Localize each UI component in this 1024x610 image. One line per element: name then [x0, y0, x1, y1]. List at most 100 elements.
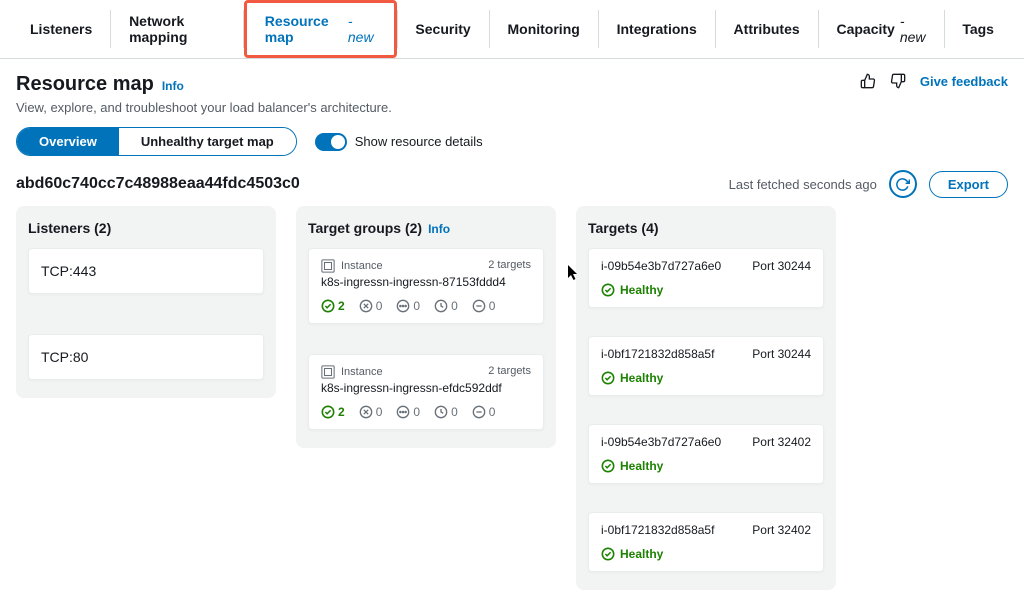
stat-healthy: 2 [338, 299, 345, 313]
listeners-column: Listeners (2) TCP:443 TCP:80 [16, 206, 276, 398]
resource-id: abd60c740cc7c48988eaa44fdc4503c0 [16, 175, 300, 193]
stat-value: 0 [489, 405, 496, 419]
meta-row: abd60c740cc7c48988eaa44fdc4503c0 Last fe… [0, 170, 1024, 206]
target-id: i-0bf1721832d858a5f [601, 523, 714, 537]
target-group-card[interactable]: Instance 2 targets k8s-ingressn-ingressn… [308, 248, 544, 324]
stat-value: 0 [376, 299, 383, 313]
check-circle-icon [321, 405, 335, 419]
tab-label: Network mapping [129, 13, 225, 45]
x-circle-icon [359, 405, 373, 419]
target-card[interactable]: i-0bf1721832d858a5f Port 30244 Healthy [588, 336, 824, 396]
listener-label: TCP:443 [41, 263, 96, 279]
target-groups-title: Target groups (2) [308, 220, 422, 236]
stat-value: 0 [451, 299, 458, 313]
controls-row: Overview Unhealthy target map Show resou… [0, 119, 1024, 170]
tab-attributes[interactable]: Attributes [716, 0, 818, 58]
target-card[interactable]: i-0bf1721832d858a5f Port 32402 Healthy [588, 512, 824, 572]
stat-value: 0 [489, 299, 496, 313]
tab-label: Resource map [265, 13, 343, 45]
info-link[interactable]: Info [162, 79, 184, 93]
target-group-card[interactable]: Instance 2 targets k8s-ingressn-ingressn… [308, 354, 544, 430]
listeners-title: Listeners (2) [28, 220, 264, 236]
seg-overview[interactable]: Overview [17, 128, 119, 155]
export-button[interactable]: Export [929, 171, 1008, 198]
target-card[interactable]: i-09b54e3b7d727a6e0 Port 32402 Healthy [588, 424, 824, 484]
clock-icon [434, 299, 448, 313]
targets-title: Targets (4) [588, 220, 824, 236]
tg-type: Instance [341, 260, 383, 272]
last-fetched-text: Last fetched seconds ago [729, 177, 877, 192]
tg-stats: 2 0 0 0 0 [321, 405, 531, 419]
toggle-wrap: Show resource details [315, 133, 483, 151]
page-header: Resource map Info View, explore, and tro… [0, 59, 1024, 119]
target-id: i-0bf1721832d858a5f [601, 347, 714, 361]
target-groups-column: Target groups (2) Info Instance 2 target… [296, 206, 556, 448]
target-port: Port 32402 [752, 435, 811, 449]
tg-name: k8s-ingressn-ingressn-87153fddd4 [321, 275, 531, 289]
refresh-button[interactable] [889, 170, 917, 198]
seg-unhealthy[interactable]: Unhealthy target map [119, 128, 296, 155]
target-port: Port 32402 [752, 523, 811, 537]
toggle-label: Show resource details [355, 134, 483, 149]
segmented-control: Overview Unhealthy target map [16, 127, 297, 156]
target-status-text: Healthy [620, 547, 663, 561]
target-status-text: Healthy [620, 371, 663, 385]
minus-circle-icon [472, 299, 486, 313]
listener-card[interactable]: TCP:80 [28, 334, 264, 380]
check-circle-icon [601, 283, 615, 297]
tg-stats: 2 0 0 0 0 [321, 299, 531, 313]
tab-monitoring[interactable]: Monitoring [489, 0, 597, 58]
show-details-toggle[interactable] [315, 133, 347, 151]
tab-security[interactable]: Security [397, 0, 488, 58]
tab-listeners[interactable]: Listeners [12, 0, 110, 58]
resource-map: Listeners (2) TCP:443 TCP:80 Target grou… [0, 206, 1024, 610]
tab-label: Tags [962, 21, 994, 37]
target-card[interactable]: i-09b54e3b7d727a6e0 Port 30244 Healthy [588, 248, 824, 308]
page-title: Resource map [16, 73, 154, 96]
tab-capacity[interactable]: Capacity - new [818, 0, 943, 58]
tab-label: Capacity [836, 21, 894, 37]
dots-circle-icon [396, 299, 410, 313]
target-port: Port 30244 [752, 347, 811, 361]
minus-circle-icon [472, 405, 486, 419]
check-circle-icon [321, 299, 335, 313]
check-circle-icon [601, 547, 615, 561]
listener-card[interactable]: TCP:443 [28, 248, 264, 294]
stat-healthy: 2 [338, 405, 345, 419]
give-feedback-link[interactable]: Give feedback [920, 74, 1008, 89]
tg-targets-count: 2 targets [488, 259, 531, 273]
refresh-icon [895, 177, 910, 192]
stat-value: 0 [376, 405, 383, 419]
tab-label: Attributes [734, 21, 800, 37]
tab-tags[interactable]: Tags [944, 0, 1012, 58]
tab-label: Integrations [617, 21, 697, 37]
stat-value: 0 [413, 299, 420, 313]
dots-circle-icon [396, 405, 410, 419]
stat-value: 0 [413, 405, 420, 419]
tg-type: Instance [341, 366, 383, 378]
info-link[interactable]: Info [428, 222, 450, 236]
instance-icon [321, 365, 335, 379]
check-circle-icon [601, 371, 615, 385]
tab-label: Monitoring [507, 21, 579, 37]
check-circle-icon [601, 459, 615, 473]
thumbs-down-icon[interactable] [890, 73, 906, 89]
tab-label: Security [415, 21, 470, 37]
tab-network-mapping[interactable]: Network mapping [111, 0, 243, 58]
target-id: i-09b54e3b7d727a6e0 [601, 435, 721, 449]
tabs-bar: Listeners Network mapping Resource map -… [0, 0, 1024, 59]
stat-value: 0 [451, 405, 458, 419]
target-status-text: Healthy [620, 459, 663, 473]
listener-label: TCP:80 [41, 349, 88, 365]
target-status-text: Healthy [620, 283, 663, 297]
target-port: Port 30244 [752, 259, 811, 273]
target-id: i-09b54e3b7d727a6e0 [601, 259, 721, 273]
targets-column: Targets (4) i-09b54e3b7d727a6e0 Port 302… [576, 206, 836, 590]
tab-label: Listeners [30, 21, 92, 37]
new-badge: - new [900, 13, 926, 45]
instance-icon [321, 259, 335, 273]
tg-name: k8s-ingressn-ingressn-efdc592ddf [321, 381, 531, 395]
tab-integrations[interactable]: Integrations [599, 0, 715, 58]
thumbs-up-icon[interactable] [860, 73, 876, 89]
tab-resource-map[interactable]: Resource map - new [244, 0, 397, 58]
